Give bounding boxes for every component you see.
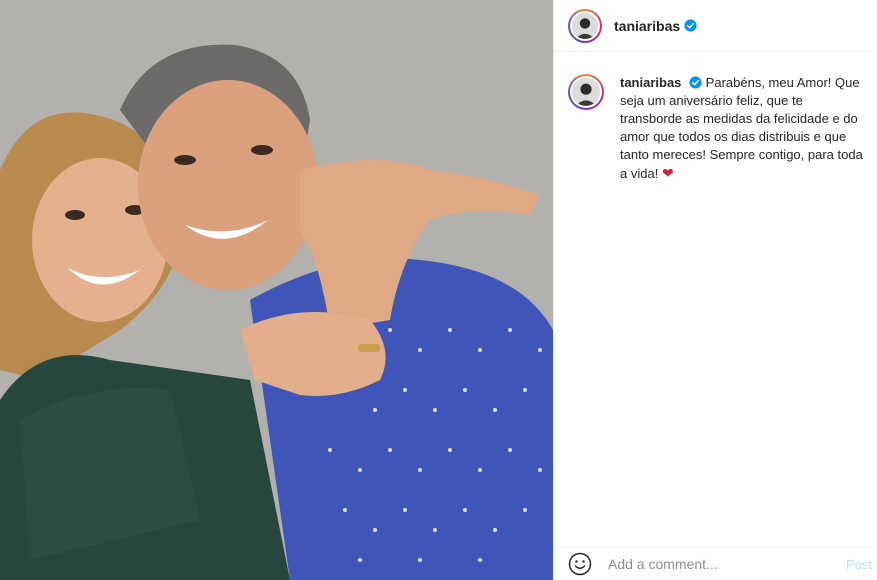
caption-comment: taniaribas Parabéns, meu Amor! Que seja … [568,74,868,183]
post-photo[interactable] [0,0,553,580]
post-side-panel: taniaribas taniaribas Parabéns, meu Amor… [553,0,877,580]
caption-text: Parabéns, meu Amor! Que seja um aniversá… [620,75,863,181]
emoji-smiley-icon[interactable] [568,552,592,576]
caption-avatar[interactable] [568,74,604,110]
add-comment-bar: Post [554,547,877,580]
header-username[interactable]: taniaribas [614,18,680,34]
caption-username[interactable]: taniaribas [620,75,681,90]
comment-input[interactable] [608,556,818,572]
verified-badge-icon [684,19,697,32]
verified-badge-icon [689,76,702,89]
couple-photo-illustration [0,0,553,580]
avatar-portrait-icon [572,78,600,106]
avatar[interactable] [568,8,602,43]
avatar-portrait-icon [572,12,598,39]
caption-body: taniaribas Parabéns, meu Amor! Que seja … [620,74,868,183]
post-comment-button[interactable]: Post [846,557,872,572]
post-header: taniaribas [554,0,877,52]
heart-emoji: ❤ [661,165,674,181]
